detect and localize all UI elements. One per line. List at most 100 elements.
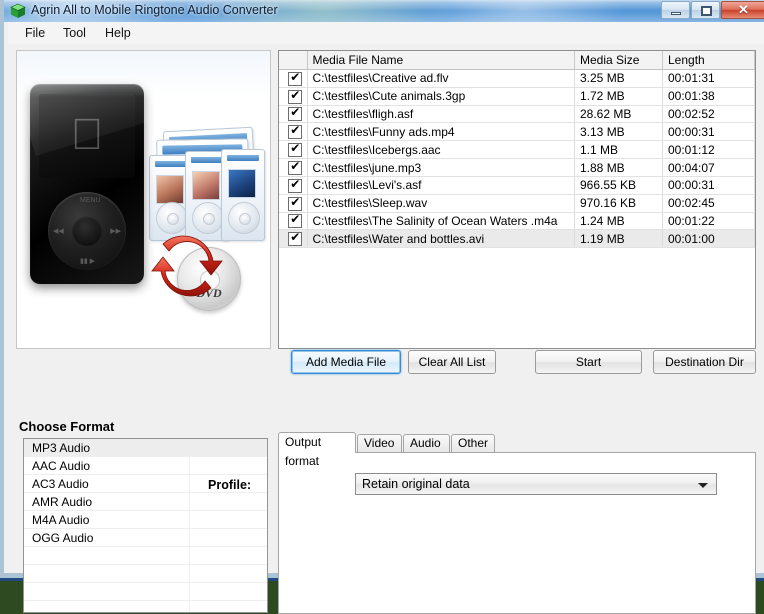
- menu-item-tool[interactable]: Tool: [56, 25, 93, 41]
- ipod-click-wheel: ◀◀ ▶▶ ▮▮ ▶ MENU: [48, 192, 126, 270]
- preview-gloss: [17, 51, 270, 97]
- row-checkbox-cell[interactable]: ✔: [279, 141, 307, 159]
- row-checkbox-cell[interactable]: ✔: [279, 230, 307, 248]
- tab-other[interactable]: Other: [451, 434, 495, 453]
- row-checkbox-cell[interactable]: ✔: [279, 105, 307, 123]
- choose-format-heading: Choose Format: [19, 419, 114, 434]
- tab-video[interactable]: Video: [357, 434, 402, 453]
- checkbox-icon[interactable]: ✔: [288, 143, 302, 157]
- list-item[interactable]: MP3 Audio: [24, 439, 267, 457]
- close-icon: ✕: [722, 2, 764, 18]
- row-length: 00:01:31: [663, 70, 755, 88]
- profile-dropdown[interactable]: Retain original data: [355, 473, 717, 495]
- media-file-list[interactable]: Media File Name Media Size Length ✔C:\te…: [278, 50, 756, 349]
- list-item[interactable]: OGG Audio: [24, 529, 267, 547]
- add-media-file-button[interactable]: Add Media File: [291, 350, 401, 374]
- check-icon: ✔: [290, 195, 300, 209]
- checkbox-icon[interactable]: ✔: [288, 232, 302, 246]
- checkbox-icon[interactable]: ✔: [288, 90, 302, 104]
- table-row[interactable]: ✔C:\testfiles\fligh.asf28.62 MB00:02:52: [279, 105, 755, 123]
- table-row[interactable]: ✔C:\testfiles\The Salinity of Ocean Wate…: [279, 212, 755, 230]
- row-checkbox-cell[interactable]: ✔: [279, 194, 307, 212]
- row-file-name: C:\testfiles\Icebergs.aac: [307, 141, 575, 159]
- output-tabs: Output format Video Audio Other: [278, 432, 756, 453]
- list-item[interactable]: AMR Audio: [24, 493, 267, 511]
- format-label: OGG Audio: [32, 531, 93, 545]
- table-row[interactable]: ✔C:\testfiles\Icebergs.aac1.1 MB00:01:12: [279, 141, 755, 159]
- table-row[interactable]: ✔C:\testfiles\Levi's.asf966.55 KB00:00:3…: [279, 176, 755, 194]
- check-icon: ✔: [290, 141, 300, 155]
- product-illustration:  ◀◀ ▶▶ ▮▮ ▶ MENU DVD: [16, 50, 271, 349]
- check-icon: ✔: [290, 230, 300, 244]
- row-length: 00:04:07: [663, 159, 755, 177]
- format-name-cell: [24, 583, 190, 600]
- window-title: Agrin All to Mobile Ringtone Audio Conve…: [31, 3, 278, 17]
- list-item[interactable]: M4A Audio: [24, 511, 267, 529]
- list-item-empty[interactable]: [24, 601, 267, 613]
- row-checkbox-cell[interactable]: ✔: [279, 87, 307, 105]
- list-item-empty[interactable]: [24, 565, 267, 583]
- table-row[interactable]: ✔C:\testfiles\Creative ad.flv3.25 MB00:0…: [279, 70, 755, 88]
- menu-item-file[interactable]: File: [18, 25, 52, 41]
- row-checkbox-cell[interactable]: ✔: [279, 123, 307, 141]
- list-item[interactable]: AAC Audio: [24, 457, 267, 475]
- checkbox-icon[interactable]: ✔: [288, 161, 302, 175]
- minimize-icon: [671, 12, 681, 15]
- minimize-button[interactable]: [661, 1, 690, 19]
- start-button[interactable]: Start: [535, 350, 642, 374]
- format-name-cell: [24, 547, 190, 564]
- maximize-button[interactable]: [691, 1, 720, 19]
- checkbox-icon[interactable]: ✔: [288, 214, 302, 228]
- tab-audio[interactable]: Audio: [403, 434, 450, 453]
- title-bar[interactable]: Agrin All to Mobile Ringtone Audio Conve…: [4, 0, 764, 22]
- row-media-size: 970.16 KB: [575, 194, 663, 212]
- table-row[interactable]: ✔C:\testfiles\Funny ads.mp43.13 MB00:00:…: [279, 123, 755, 141]
- window-controls: ✕: [660, 1, 764, 19]
- format-name-cell: AC3 Audio: [24, 475, 190, 492]
- format-name-cell: M4A Audio: [24, 511, 190, 528]
- check-icon: ✔: [290, 123, 300, 137]
- format-name-cell: [24, 601, 190, 613]
- table-row[interactable]: ✔C:\testfiles\june.mp31.88 MB00:04:07: [279, 159, 755, 177]
- client-area:  ◀◀ ▶▶ ▮▮ ▶ MENU DVD: [8, 44, 764, 573]
- row-checkbox-cell[interactable]: ✔: [279, 176, 307, 194]
- format-list[interactable]: MP3 Audio AAC Audio AC3 AudioAMR AudioM4A …: [23, 438, 268, 613]
- clear-all-list-button[interactable]: Clear All List: [408, 350, 496, 374]
- media-table: Media File Name Media Size Length ✔C:\te…: [279, 51, 755, 248]
- checkbox-icon[interactable]: ✔: [288, 107, 302, 121]
- row-checkbox-cell[interactable]: ✔: [279, 159, 307, 177]
- green-cube-icon: [10, 3, 26, 19]
- column-header-media-size[interactable]: Media Size: [575, 51, 663, 70]
- device-thumb-3: [221, 149, 265, 241]
- check-icon: ✔: [290, 70, 300, 84]
- checkbox-icon[interactable]: ✔: [288, 72, 302, 86]
- check-icon: ✔: [290, 105, 300, 119]
- format-label: AAC Audio: [32, 459, 90, 473]
- list-item-empty[interactable]: [24, 547, 267, 565]
- row-length: 00:01:38: [663, 87, 755, 105]
- row-length: 00:01:00: [663, 230, 755, 248]
- chevron-down-icon: [698, 483, 708, 488]
- row-checkbox-cell[interactable]: ✔: [279, 212, 307, 230]
- checkbox-icon[interactable]: ✔: [288, 125, 302, 139]
- tab-output-format[interactable]: Output format: [278, 432, 356, 453]
- row-checkbox-cell[interactable]: ✔: [279, 70, 307, 88]
- list-item-empty[interactable]: [24, 583, 267, 601]
- table-row[interactable]: ✔C:\testfiles\Sleep.wav970.16 KB00:02:45: [279, 194, 755, 212]
- destination-dir-button[interactable]: Destination Dir: [653, 350, 756, 374]
- row-length: 00:02:45: [663, 194, 755, 212]
- row-media-size: 1.19 MB: [575, 230, 663, 248]
- format-name-cell: [24, 565, 190, 582]
- column-header-file-name[interactable]: Media File Name: [307, 51, 575, 70]
- checkbox-icon[interactable]: ✔: [288, 197, 302, 211]
- row-media-size: 966.55 KB: [575, 176, 663, 194]
- close-button[interactable]: ✕: [721, 1, 764, 19]
- menu-item-help[interactable]: Help: [98, 25, 138, 41]
- table-row[interactable]: ✔C:\testfiles\Water and bottles.avi1.19 …: [279, 230, 755, 248]
- checkbox-icon[interactable]: ✔: [288, 179, 302, 193]
- row-file-name: C:\testfiles\fligh.asf: [307, 105, 575, 123]
- table-row[interactable]: ✔C:\testfiles\Cute animals.3gp1.72 MB00:…: [279, 87, 755, 105]
- row-media-size: 1.72 MB: [575, 87, 663, 105]
- column-header-select[interactable]: [279, 51, 307, 70]
- column-header-length[interactable]: Length: [663, 51, 755, 70]
